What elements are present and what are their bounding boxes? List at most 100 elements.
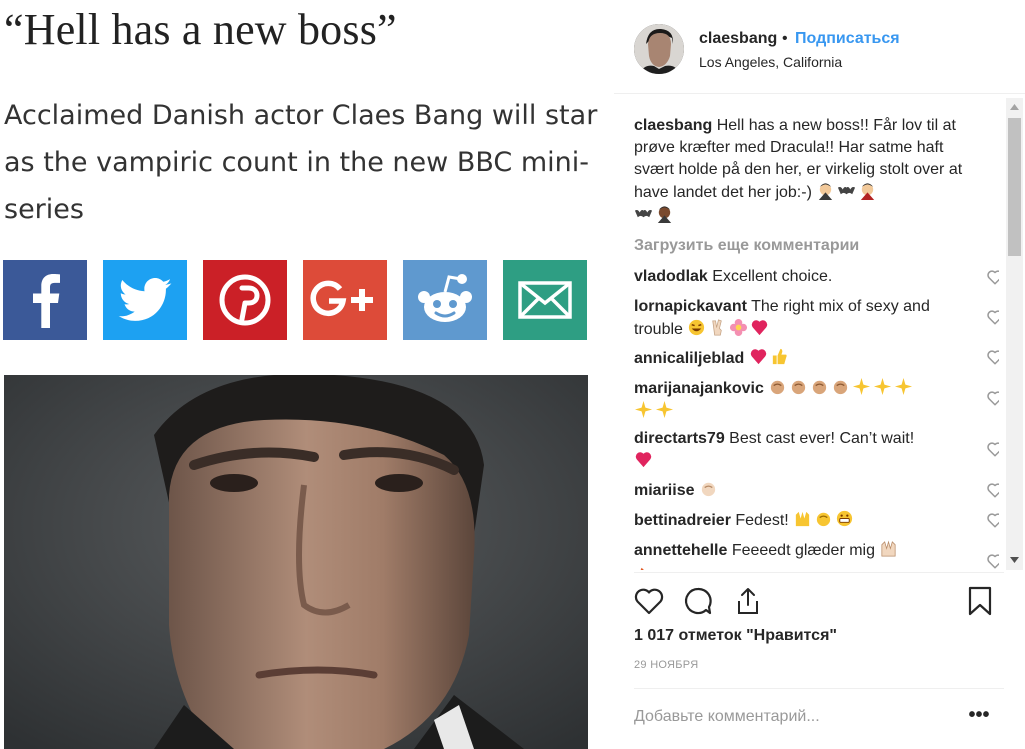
comment-bubble-icon[interactable] xyxy=(682,585,714,617)
bat-emoji-icon xyxy=(838,187,856,195)
comment-username[interactable]: directarts79 xyxy=(634,430,725,447)
post-caption: claesbang Hell has a new boss!! Får lov … xyxy=(634,115,979,227)
sparkle-star-emoji-icon xyxy=(655,400,674,419)
post-location[interactable]: Los Angeles, California xyxy=(699,54,842,70)
vampire-emoji-icon xyxy=(657,206,672,223)
actor-portrait-photo xyxy=(4,375,588,749)
post-date: 29 НОЯБРЯ xyxy=(634,659,699,671)
clapping-hands-emoji-icon xyxy=(834,380,848,395)
divider xyxy=(634,572,1004,573)
reddit-share-button xyxy=(403,260,487,340)
victory-hand-emoji-icon xyxy=(712,319,723,336)
comment-text: Feeeedt glæder mig xyxy=(731,542,875,559)
comment-item: annettehelle Feeeedt glæder mig xyxy=(634,539,934,570)
clapping-hands-emoji-icon xyxy=(813,380,827,395)
twitter-icon xyxy=(118,278,172,321)
comment-item: bettinadreier Fedest! xyxy=(634,509,934,532)
comment-like-heart-icon[interactable] xyxy=(986,440,999,458)
comment-username[interactable]: bettinadreier xyxy=(634,512,731,529)
google-plus-share-button xyxy=(303,260,387,340)
vampire-emoji-icon xyxy=(861,183,875,200)
comment-emojis xyxy=(749,348,791,367)
twitter-share-button xyxy=(103,260,187,340)
post-header: claesbang • Подписаться Los Angeles, Cal… xyxy=(614,0,1025,94)
divider xyxy=(634,688,1004,689)
share-buttons xyxy=(3,260,603,340)
comment-item: miariise xyxy=(634,479,934,502)
scroll-down-arrow-icon[interactable] xyxy=(1006,553,1023,567)
facebook-icon xyxy=(33,274,60,328)
comment-username[interactable]: annettehelle xyxy=(634,542,727,559)
sparkle-star-emoji-icon xyxy=(853,377,871,396)
like-heart-icon[interactable] xyxy=(633,585,665,617)
comment-like-heart-icon[interactable] xyxy=(986,348,999,366)
clapping-hands-emoji-icon xyxy=(701,482,716,497)
comment-text: Fedest! xyxy=(735,512,789,529)
comment-username[interactable]: marijanajankovic xyxy=(634,380,764,397)
red-heart-emoji-icon xyxy=(750,349,766,365)
add-comment-input[interactable] xyxy=(634,704,954,730)
comment-username[interactable]: annicaliljeblad xyxy=(634,350,744,367)
instagram-post-panel: claesbang • Подписаться Los Angeles, Cal… xyxy=(614,0,1025,749)
comment-like-heart-icon[interactable] xyxy=(986,268,999,286)
red-heart-emoji-icon xyxy=(752,320,768,336)
vampire-emoji-icon xyxy=(819,183,833,200)
post-image[interactable]: “Hell has a new boss” Acclaimed Danish a… xyxy=(0,0,614,749)
share-upload-icon[interactable] xyxy=(732,585,764,617)
comment-text: Best cast ever! Can’t wait! xyxy=(729,430,915,447)
follow-button[interactable]: Подписаться xyxy=(795,30,900,48)
comment-like-heart-icon[interactable] xyxy=(986,552,999,570)
clapping-hands-emoji-icon xyxy=(771,380,785,395)
comment-item: lornapickavant The right mix of sexy and… xyxy=(634,296,934,341)
facebook-share-button xyxy=(3,260,87,340)
party-emoji-icon xyxy=(640,567,644,570)
caption-username[interactable]: claesbang xyxy=(634,117,712,134)
comment-username[interactable]: lornapickavant xyxy=(634,298,747,315)
more-options-button[interactable]: ••• xyxy=(966,700,992,730)
comment-like-heart-icon[interactable] xyxy=(986,481,999,499)
email-share-button xyxy=(503,260,587,340)
scrollbar-thumb[interactable] xyxy=(1008,118,1021,256)
bat-emoji-icon xyxy=(634,210,653,218)
comment-username[interactable]: vladodlak xyxy=(634,268,708,285)
scroll-up-arrow-icon[interactable] xyxy=(1006,100,1023,114)
header-username[interactable]: claesbang xyxy=(699,30,777,48)
comment-item: directarts79 Best cast ever! Can’t wait! xyxy=(634,428,934,473)
comment-like-heart-icon[interactable] xyxy=(986,308,999,326)
comment-text: Excellent choice. xyxy=(712,268,833,285)
reddit-icon xyxy=(418,274,472,322)
comment-emojis xyxy=(699,482,720,499)
comment-emojis xyxy=(687,318,771,338)
bookmark-icon[interactable] xyxy=(964,585,996,617)
header-separator: • xyxy=(782,30,788,47)
load-more-comments-button[interactable]: Загрузить еще комментарии xyxy=(634,235,859,257)
mail-icon xyxy=(518,281,572,319)
likes-count[interactable]: 1 017 отметок "Нравится" xyxy=(634,627,837,645)
thumbs-up-emoji-icon xyxy=(772,348,787,365)
raising-hands-emoji-icon xyxy=(796,511,810,527)
flower-emoji-icon xyxy=(730,318,748,337)
comments-list[interactable]: claesbang Hell has a new boss!! Får lov … xyxy=(634,112,999,570)
comment-emojis xyxy=(634,452,655,470)
sparkle-star-emoji-icon xyxy=(895,377,913,396)
sparkle-star-emoji-icon xyxy=(874,377,892,396)
laughing-face-emoji-icon xyxy=(689,319,705,336)
comment-item: annicaliljeblad xyxy=(634,347,934,370)
comment-like-heart-icon[interactable] xyxy=(986,511,999,529)
sparkle-star-emoji-icon xyxy=(634,400,653,419)
comment-like-heart-icon[interactable] xyxy=(986,389,999,407)
article-subhead: Acclaimed Danish actor Claes Bang will s… xyxy=(4,100,598,225)
avatar[interactable] xyxy=(634,24,684,74)
google-plus-icon xyxy=(310,280,373,317)
comment-emojis xyxy=(793,510,856,529)
article-headline: “Hell has a new boss” xyxy=(4,5,397,54)
grinning-face-emoji-icon xyxy=(837,510,853,527)
clapping-hands-emoji-icon xyxy=(792,380,806,395)
pinterest-icon xyxy=(219,274,271,326)
comment-username[interactable]: miariise xyxy=(634,482,694,499)
red-heart-emoji-icon xyxy=(635,452,652,468)
comment-item: marijanajankovic xyxy=(634,377,944,423)
pinterest-share-button xyxy=(203,260,287,340)
comment-item: vladodlak Excellent choice. xyxy=(634,266,934,288)
raising-hands-emoji-icon xyxy=(881,540,896,557)
